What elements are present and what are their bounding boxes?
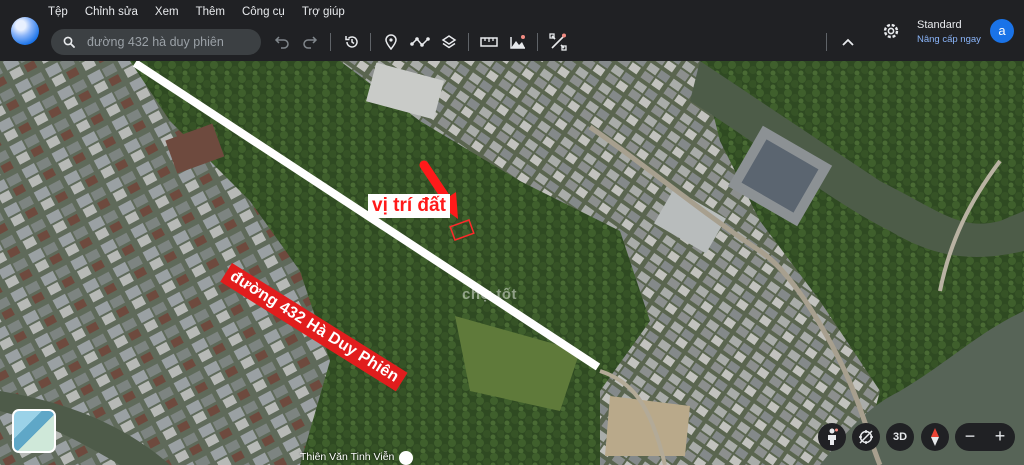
tilt-icon	[859, 430, 873, 444]
layers-button[interactable]	[437, 31, 461, 53]
attribution-icon	[399, 451, 413, 465]
placemark-icon	[385, 34, 397, 50]
ruler-icon	[480, 37, 498, 47]
toolbar-divider	[826, 33, 827, 51]
compass-button[interactable]	[921, 423, 949, 451]
map-attribution: Thiên Văn Tinh Viễn	[300, 451, 395, 463]
path-icon	[410, 37, 430, 47]
satellite-tools-icon	[549, 33, 567, 51]
search-icon[interactable]	[63, 36, 75, 48]
undo-icon	[274, 36, 289, 49]
zoom-out-button[interactable]: −	[955, 423, 985, 451]
satellite-tools-button[interactable]	[546, 31, 570, 53]
layers-icon	[441, 35, 457, 49]
menu-view[interactable]: Xem	[155, 6, 188, 18]
redo-button[interactable]	[298, 31, 322, 53]
zoom-control: − +	[955, 423, 1015, 451]
history-button[interactable]	[340, 31, 364, 53]
pegman-icon	[828, 428, 838, 445]
google-earth-app: Tệp Chỉnh sửa Xem Thêm Công cụ Trợ giúp	[0, 0, 1024, 465]
pegman-button[interactable]	[818, 423, 846, 451]
search-box	[51, 29, 261, 55]
plan-name: Standard	[917, 19, 962, 31]
menu-tools[interactable]: Công cụ	[242, 6, 294, 18]
search-input[interactable]	[87, 29, 257, 55]
toolbar-divider	[468, 33, 469, 51]
image-overlay-button[interactable]	[506, 31, 530, 53]
menu-edit[interactable]: Chỉnh sửa	[85, 6, 147, 18]
redo-icon	[303, 36, 318, 49]
gear-icon	[883, 23, 899, 39]
chevron-up-icon	[842, 38, 854, 46]
account-plan: Standard Nâng cấp ngay	[917, 19, 981, 45]
add-placemark-button[interactable]	[379, 31, 403, 53]
toolbar-divider	[330, 33, 331, 51]
zoom-in-button[interactable]: +	[985, 423, 1015, 451]
watermark: chợ tốt	[462, 286, 517, 303]
map-style-thumbnail-button[interactable]	[12, 409, 56, 453]
menu-help[interactable]: Trợ giúp	[302, 6, 354, 18]
top-toolbar: Tệp Chỉnh sửa Xem Thêm Công cụ Trợ giúp	[0, 0, 1024, 61]
satellite-imagery	[0, 61, 1024, 465]
menu-bar: Tệp Chỉnh sửa Xem Thêm Công cụ Trợ giúp	[48, 6, 362, 18]
upgrade-link[interactable]: Nâng cấp ngay	[917, 34, 981, 45]
history-icon	[345, 36, 358, 48]
satellite-map[interactable]: đường 432 Hà Duy Phiên vị trí đất chợ tố…	[0, 61, 1024, 465]
tilt-toggle-button[interactable]	[852, 423, 880, 451]
menu-file[interactable]: Tệp	[48, 6, 77, 18]
measure-button[interactable]	[477, 31, 501, 53]
google-earth-logo[interactable]	[11, 17, 39, 45]
toolbar-divider	[537, 33, 538, 51]
menu-add[interactable]: Thêm	[196, 6, 234, 18]
image-overlay-icon	[510, 35, 525, 49]
collapse-toolbar-button[interactable]	[836, 31, 860, 53]
settings-button[interactable]	[880, 20, 902, 42]
3d-toggle-button[interactable]: 3D	[886, 423, 914, 451]
avatar[interactable]: a	[990, 19, 1014, 43]
undo-button[interactable]	[270, 31, 294, 53]
toolbar-divider	[370, 33, 371, 51]
add-path-button[interactable]	[408, 31, 432, 53]
compass-icon	[931, 428, 939, 446]
location-label: vị trí đất	[368, 194, 450, 218]
